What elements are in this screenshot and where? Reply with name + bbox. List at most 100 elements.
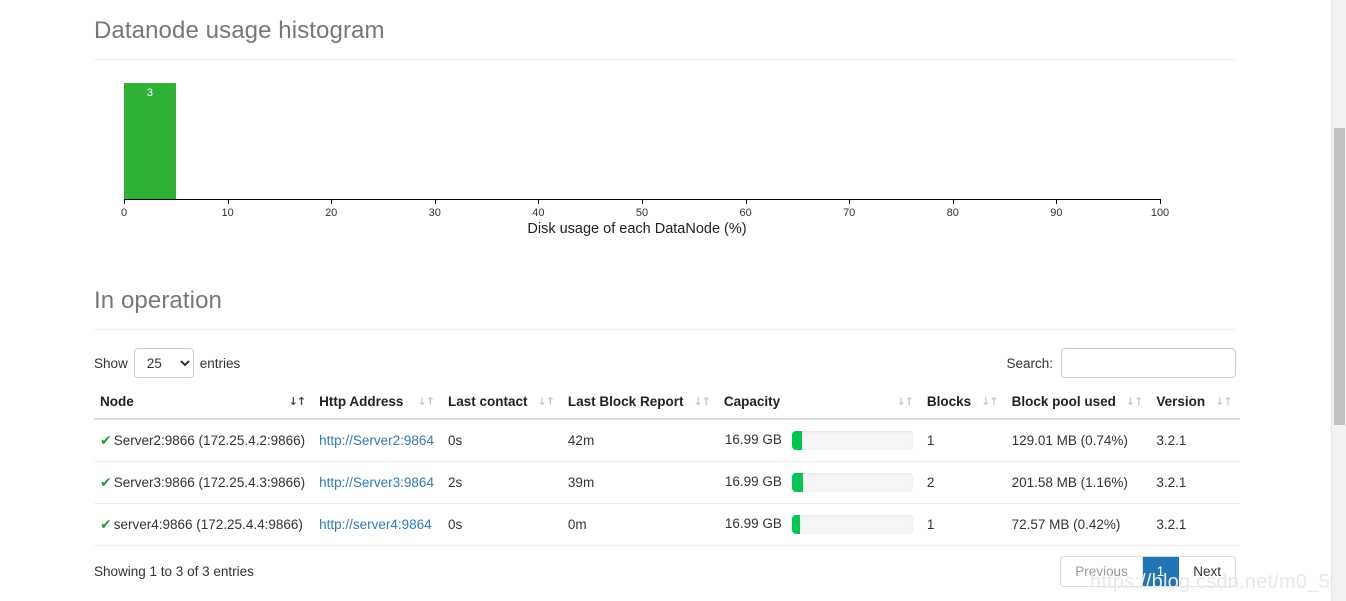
datanodes-table-body: ✔ Server2:9866 (172.25.4.2:9866) http://Se…	[94, 418, 1240, 546]
cell-last-contact: 0s	[441, 503, 562, 546]
in-operation-title-divider	[94, 329, 1236, 330]
capacity-progress-bar	[791, 515, 913, 534]
histogram-x-tick-label: 90	[1050, 207, 1063, 219]
cell-blocks: 2	[920, 461, 1006, 504]
column-header-label: Blocks	[926, 394, 972, 409]
histogram-x-tick	[642, 199, 643, 204]
histogram-x-tick	[745, 199, 747, 204]
column-header-capacity[interactable]: Capacity ↓↑	[717, 386, 921, 420]
pagination-page-1-button[interactable]: 1	[1142, 557, 1180, 586]
capacity-progress-bar	[791, 473, 913, 492]
datatable-footer: Showing 1 to 3 of 3 entries Previous 1 N…	[94, 556, 1236, 601]
page-scrollbar-thumb[interactable]	[1334, 128, 1345, 425]
sort-both-icon[interactable]: ↓↑	[418, 396, 435, 407]
entries-length-control: Show 25 entries	[94, 348, 240, 378]
datanode-usage-histogram: 3 0 10 20 30 40 50 60 70 80 90 100 Disk usage of e…	[94, 81, 1236, 246]
table-row: ✔ Server3:9866 (172.25.4.3:9866) http://Se…	[94, 461, 1240, 504]
datanodes-table: Node ↓↑ Http Address ↓↑ Last contact ↓↑ Last B…	[94, 386, 1240, 546]
http-address-link[interactable]: http://Server3:9864	[319, 475, 434, 490]
pagination-previous-button[interactable]: Previous	[1061, 557, 1143, 586]
capacity-progress-bar	[791, 431, 913, 450]
histogram-x-tick	[227, 199, 229, 204]
table-row: ✔ server4:9866 (172.25.4.4:9866) http://se…	[94, 503, 1240, 546]
cell-version: 3.2.1	[1150, 503, 1240, 546]
entries-per-page-select[interactable]: 25	[133, 348, 194, 378]
column-header-label: Node	[100, 394, 134, 409]
node-name: server4:9866 (172.25.4.4:9866)	[113, 516, 303, 532]
histogram-x-tick-label: 60	[739, 207, 752, 219]
cell-last-block-report: 42m	[561, 418, 718, 462]
capacity-text: 16.99 GB	[724, 432, 782, 448]
capacity-progress-fill	[791, 473, 803, 492]
histogram-title: Datanode usage histogram	[94, 17, 385, 44]
capacity-progress-fill	[791, 515, 801, 534]
histogram-x-tick	[849, 199, 851, 204]
cell-http-address: http://Server3:9864	[313, 461, 442, 504]
histogram-x-tick	[1160, 199, 1161, 204]
histogram-x-tick-label: 70	[843, 207, 856, 219]
histogram-x-tick	[952, 199, 954, 204]
node-name: Server2:9866 (172.25.4.2:9866)	[113, 432, 306, 448]
http-address-link[interactable]: http://Server2:9864	[319, 433, 434, 448]
column-header-version[interactable]: Version ↓↑	[1150, 386, 1240, 420]
histogram-x-tick-label: 20	[325, 207, 338, 219]
column-header-label: Last contact	[447, 394, 528, 409]
check-icon: ✔	[100, 432, 112, 449]
sort-both-icon[interactable]: ↓↑	[693, 396, 710, 407]
histogram-x-tick-label: 30	[428, 207, 441, 219]
cell-node: ✔ server4:9866 (172.25.4.4:9866)	[94, 503, 314, 546]
histogram-title-divider	[94, 59, 1236, 60]
histogram-x-tick-label: 40	[532, 207, 545, 219]
sort-both-icon[interactable]: ↓↑	[896, 396, 913, 407]
entries-label: entries	[199, 355, 241, 371]
histogram-x-tick	[124, 199, 125, 204]
cell-capacity: 16.99 GB	[717, 503, 921, 546]
page-root: Datanode usage histogram 3 0 10 20 30 40 50 60…	[0, 0, 1346, 601]
sort-both-icon[interactable]: ↓↑	[1215, 396, 1232, 407]
cell-last-contact: 2s	[441, 461, 562, 504]
column-header-node[interactable]: Node ↓↑	[94, 386, 314, 420]
column-header-last-block-report[interactable]: Last Block Report ↓↑	[561, 386, 718, 420]
capacity-text: 16.99 GB	[724, 474, 782, 490]
sort-both-icon[interactable]: ↓↑	[1126, 396, 1143, 407]
column-header-label: Http Address	[319, 394, 404, 409]
sort-both-icon[interactable]: ↓↑	[537, 396, 554, 407]
cell-http-address: http://server4:9864	[313, 503, 442, 546]
cell-blocks: 1	[920, 503, 1006, 546]
histogram-bar: 3	[124, 82, 176, 199]
column-header-block-pool-used[interactable]: Block pool used ↓↑	[1005, 386, 1151, 420]
cell-block-pool-used: 72.57 MB (0.42%)	[1005, 503, 1151, 546]
search-label: Search:	[1006, 355, 1053, 371]
cell-blocks: 1	[920, 418, 1006, 462]
histogram-x-tick	[538, 199, 540, 204]
search-input[interactable]	[1061, 348, 1236, 378]
cell-capacity: 16.99 GB	[717, 418, 921, 462]
column-header-blocks[interactable]: Blocks ↓↑	[920, 386, 1006, 420]
column-header-http-address[interactable]: Http Address ↓↑	[313, 386, 442, 420]
column-header-label: Block pool used	[1011, 394, 1116, 409]
page-scrollbar-track[interactable]	[1331, 0, 1346, 601]
sort-both-icon[interactable]: ↓↑	[981, 396, 998, 407]
cell-last-block-report: 39m	[561, 461, 718, 504]
column-header-last-contact[interactable]: Last contact ↓↑	[441, 386, 562, 420]
table-info: Showing 1 to 3 of 3 entries	[94, 564, 254, 579]
check-icon: ✔	[100, 516, 112, 533]
cell-version: 3.2.1	[1150, 418, 1240, 462]
histogram-x-tick	[434, 199, 436, 204]
show-label: Show	[94, 355, 128, 371]
http-address-link[interactable]: http://server4:9864	[319, 517, 432, 532]
check-icon: ✔	[100, 474, 112, 491]
page-content: Datanode usage histogram 3 0 10 20 30 40 50 60…	[94, 0, 1240, 601]
cell-node: ✔ Server2:9866 (172.25.4.2:9866)	[94, 418, 314, 462]
cell-block-pool-used: 201.58 MB (1.16%)	[1005, 461, 1151, 504]
sort-both-icon[interactable]: ↓↑	[289, 396, 306, 407]
histogram-x-axis-title: Disk usage of each DataNode (%)	[527, 221, 747, 237]
pagination-next-button[interactable]: Next	[1179, 557, 1235, 586]
datanodes-table-head: Node ↓↑ Http Address ↓↑ Last contact ↓↑ Last B…	[94, 386, 1240, 420]
table-row: ✔ Server2:9866 (172.25.4.2:9866) http://Se…	[94, 418, 1240, 462]
in-operation-section: In operation Show 25 entries Search: Nod…	[94, 270, 1240, 601]
cell-block-pool-used: 129.01 MB (0.74%)	[1005, 418, 1151, 462]
histogram-x-tick	[1056, 199, 1058, 204]
histogram-x-tick-label: 50	[635, 207, 649, 219]
node-name: Server3:9866 (172.25.4.3:9866)	[113, 474, 306, 490]
